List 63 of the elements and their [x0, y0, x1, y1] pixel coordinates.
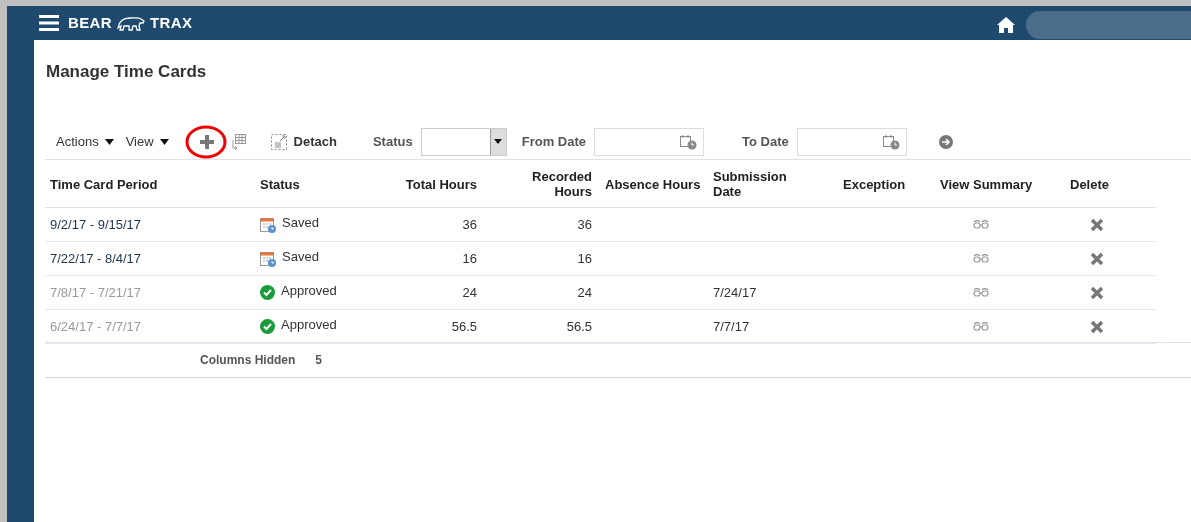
glasses-icon[interactable] — [973, 220, 989, 229]
status-text: Approved — [281, 316, 337, 335]
menu-button[interactable]: Actions — [56, 131, 114, 152]
calendar-clock-icon — [260, 250, 276, 267]
menu-button[interactable]: View — [125, 131, 169, 152]
delete-icon[interactable] — [1090, 319, 1104, 334]
table-cell-text: 16 — [577, 249, 592, 268]
table-cell-text: 56.5 — [451, 317, 477, 336]
column-header[interactable]: Time Card Period — [50, 176, 158, 192]
brand-text: BEAR — [68, 12, 112, 33]
column-header[interactable]: Submission Date — [713, 169, 798, 199]
column-header[interactable]: Status — [260, 176, 300, 192]
status-text: Approved — [281, 282, 337, 301]
glasses-icon[interactable] — [973, 254, 989, 263]
delete-icon[interactable] — [1090, 251, 1104, 266]
caret-icon — [159, 138, 169, 145]
check-circle-icon — [260, 285, 275, 300]
page-title: Manage Time Cards — [46, 61, 207, 83]
table-cell-text: 16 — [462, 249, 477, 268]
delete-icon[interactable] — [1090, 285, 1104, 300]
table-cell-text: 24 — [462, 283, 477, 302]
bear-icon — [116, 14, 146, 32]
table-cell-text: 24 — [577, 283, 592, 302]
menu-icon[interactable] — [39, 15, 59, 31]
calendar-icon[interactable] — [680, 133, 697, 150]
brand-text: TRAX — [150, 12, 193, 33]
column-header[interactable]: Recorded Hours — [527, 169, 592, 199]
footer-label: Columns Hidden — [200, 352, 296, 369]
search-field[interactable] — [1026, 11, 1191, 39]
delete-icon[interactable] — [1090, 217, 1104, 232]
calendar-clock-icon — [260, 216, 276, 233]
filter-label: To Date — [742, 132, 789, 151]
table-cell-text: 36 — [462, 215, 477, 234]
go-icon[interactable] — [938, 134, 953, 149]
calendar-icon[interactable] — [882, 133, 900, 150]
detach-icon — [270, 133, 287, 150]
table-cell-text: 56.5 — [566, 317, 592, 336]
status-text: Saved — [282, 248, 319, 267]
add-icon[interactable] — [199, 134, 214, 149]
column-header[interactable]: Delete — [1070, 176, 1110, 192]
table-cell-text: 36 — [577, 215, 592, 234]
detach-button[interactable]: Detach — [270, 131, 337, 152]
glasses-icon[interactable] — [973, 288, 989, 297]
home-icon[interactable] — [996, 16, 1016, 34]
column-header[interactable]: Total Hours — [405, 176, 477, 192]
table-cell-text: 7/24/17 — [713, 283, 757, 302]
caret-icon — [104, 138, 114, 145]
column-header[interactable]: View Summary — [940, 176, 1033, 192]
status-text: Saved — [282, 214, 319, 233]
period-link[interactable]: 9/2/17 - 9/15/17 — [50, 214, 142, 235]
table-cell-text: 7/7/17 — [713, 317, 750, 336]
date-field[interactable] — [594, 127, 704, 156]
check-circle-icon — [260, 319, 275, 334]
column-header[interactable]: Exception — [843, 176, 906, 192]
column-header[interactable]: Absence Hours — [605, 176, 701, 192]
period-link[interactable]: 7/22/17 - 8/4/17 — [50, 248, 142, 269]
filter-label: Status — [372, 132, 413, 151]
glasses-icon[interactable] — [973, 322, 989, 331]
date-field[interactable] — [796, 127, 907, 156]
footer-value: 5 — [315, 352, 323, 369]
highlight-circle — [184, 124, 227, 159]
caret-icon — [494, 139, 503, 144]
filter-label: From Date — [521, 132, 586, 151]
